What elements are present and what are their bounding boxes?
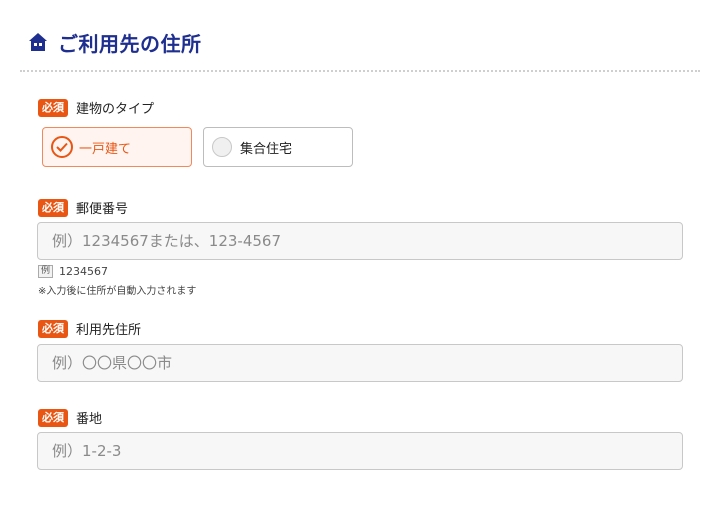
postal-code-label: 郵便番号	[76, 202, 129, 217]
address-label: 利用先住所	[76, 323, 142, 338]
street-number-input[interactable]	[37, 432, 683, 470]
required-badge: 必須	[38, 319, 68, 338]
building-type-option-apartment[interactable]: 集合住宅	[203, 127, 353, 167]
address-label-row: 必須 利用先住所	[38, 319, 141, 338]
street-number-label-row: 必須 番地	[38, 408, 102, 427]
postal-code-example: 例 1234567	[38, 265, 108, 278]
postal-code-input[interactable]	[37, 222, 683, 260]
postal-code-label-row: 必須 郵便番号	[38, 198, 128, 217]
checkmark-icon	[51, 136, 73, 158]
required-badge: 必須	[38, 198, 68, 217]
required-badge: 必須	[38, 98, 68, 117]
street-number-label: 番地	[76, 412, 103, 427]
header-divider	[20, 70, 700, 72]
address-input[interactable]	[37, 344, 683, 382]
auto-fill-note: ※入力後に住所が自動入力されます	[38, 286, 197, 297]
required-badge: 必須	[38, 408, 68, 427]
house-icon	[28, 32, 48, 52]
example-tag: 例	[38, 265, 54, 278]
radio-circle-icon	[212, 137, 232, 157]
building-type-label: 建物のタイプ	[76, 102, 155, 117]
building-type-option-label: 集合住宅	[240, 141, 293, 157]
section-title: ご利用先の住所	[58, 31, 202, 56]
building-type-option-label: 一戸建て	[79, 141, 132, 157]
building-type-option-detached[interactable]: 一戸建て	[42, 127, 192, 167]
example-value: 1234567	[59, 265, 109, 278]
building-type-label-row: 必須 建物のタイプ	[38, 98, 154, 117]
section-header: ご利用先の住所	[28, 28, 202, 56]
